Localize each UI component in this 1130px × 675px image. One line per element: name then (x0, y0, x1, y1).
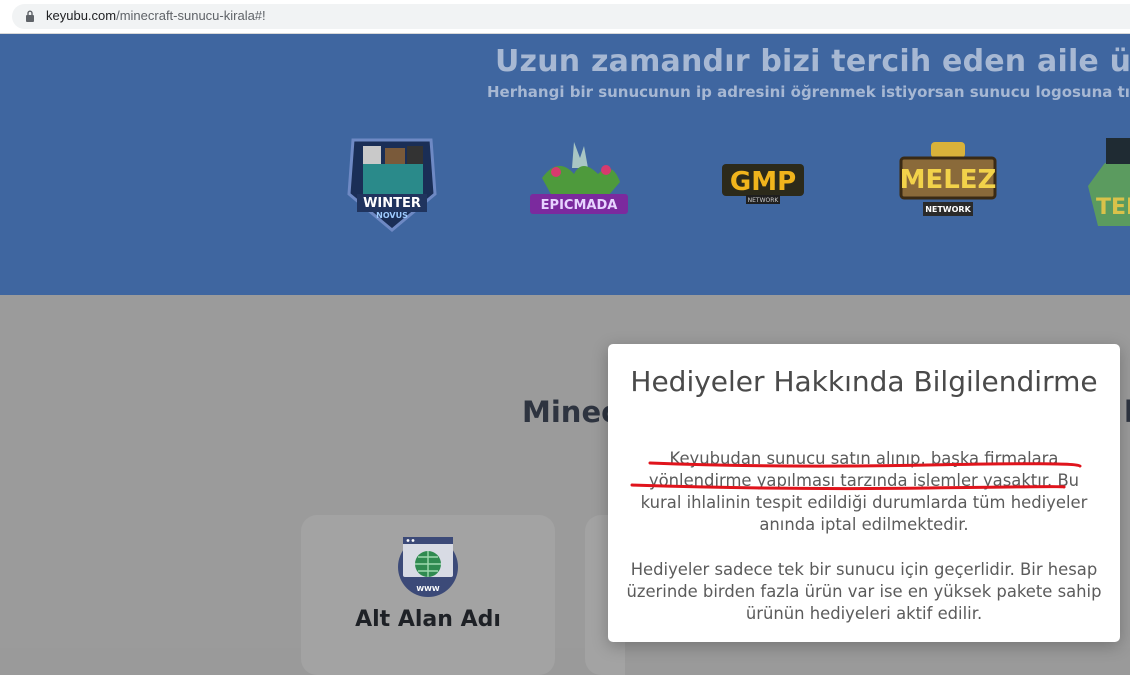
url-field[interactable]: keyubu.com/minecraft-sunucu-kirala#! (12, 4, 1130, 29)
hero-title: Uzun zamandır bizi tercih eden aile üyel… (495, 44, 1130, 79)
gifts-info-modal: Hediyeler Hakkında Bilgilendirme Keyubud… (608, 344, 1120, 642)
browser-address-bar: keyubu.com/minecraft-sunucu-kirala#! (0, 0, 1130, 34)
modal-title: Hediyeler Hakkında Bilgilendirme (630, 365, 1098, 398)
underline-line-2 (630, 483, 1066, 491)
underline-line-1 (648, 461, 1082, 468)
url-text: keyubu.com/minecraft-sunucu-kirala#! (46, 8, 266, 23)
hero-section: Uzun zamandır bizi tercih eden aile üyel… (0, 34, 1130, 295)
feature-card-subdomain[interactable]: WWW Alt Alan Adı (301, 515, 555, 675)
feature-card-label: Alt Alan Adı (355, 607, 501, 632)
melez-network-text: NETWORK (925, 205, 971, 214)
url-domain: keyubu.com (46, 8, 117, 23)
partial-logo-text: TER (1096, 195, 1130, 220)
url-path: /minecraft-sunucu-kirala#! (116, 8, 266, 23)
modal-paragraph-validity: Hediyeler sadece tek bir sunucu için geç… (626, 560, 1102, 623)
winter-novus-logo[interactable]: WINTER NOVUS (345, 134, 439, 232)
section-title-tail: k (1124, 395, 1130, 429)
epicmada-logo-text: EPICMADA (541, 198, 618, 213)
red-underline-annotation (630, 461, 1082, 491)
hero-subtitle: Herhangi bir sunucunun ip adresini öğren… (487, 83, 1130, 101)
epicmada-logo[interactable]: EPICMADA (528, 138, 630, 218)
globe-browser-icon: WWW (398, 537, 458, 597)
novus-logo-text: NOVUS (376, 211, 408, 220)
melez-network-logo[interactable]: MELEZ NETWORK (897, 140, 999, 220)
section-title: Minecraft Sunucu Kirala (522, 395, 608, 429)
partial-server-logo[interactable]: TER (1088, 134, 1130, 226)
www-icon-text: WWW (416, 585, 439, 593)
gmp-network-logo[interactable]: GMP NETWORK (720, 162, 806, 206)
winter-logo-text: WINTER (363, 196, 421, 211)
lock-icon (26, 10, 34, 22)
gmp-network-text: NETWORK (748, 197, 780, 204)
gmp-logo-text: GMP (730, 167, 796, 197)
melez-logo-text: MELEZ (900, 165, 997, 195)
